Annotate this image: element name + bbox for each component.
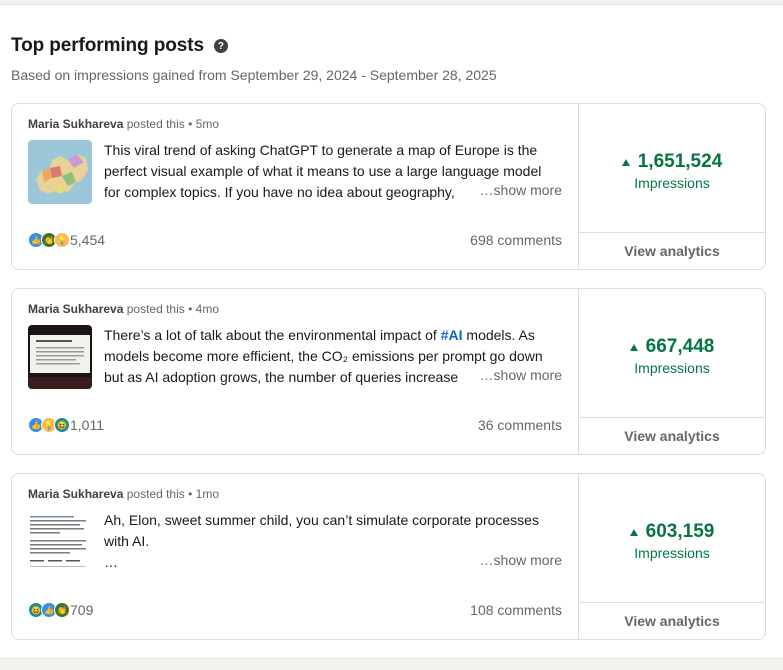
impressions-label: Impressions xyxy=(634,360,710,376)
section-header: Top performing posts ? Based on impressi… xyxy=(11,35,497,83)
reactions-summary[interactable]: 👍 💡 😆 1,011 xyxy=(28,417,104,433)
post-age: 4mo xyxy=(195,302,219,316)
post-meta: Maria Sukhareva posted this • 4mo xyxy=(28,302,219,316)
comments-count[interactable]: 698 comments xyxy=(470,232,562,248)
reaction-icons: 😆 👍 👏 xyxy=(28,602,70,618)
post-text-segment: There’s a lot of talk about the environm… xyxy=(104,327,441,343)
europe-map-icon[interactable] xyxy=(28,140,92,204)
post-content[interactable]: Maria Sukhareva posted this • 5mo This v… xyxy=(12,104,579,269)
trend-up-icon xyxy=(621,158,630,166)
reaction-count: 1,011 xyxy=(70,417,104,433)
impressions-panel: 603,159 Impressions View analytics xyxy=(578,474,765,639)
post-age: 5mo xyxy=(195,117,219,131)
reactions-summary[interactable]: 👍 👏 💡 5,454 xyxy=(28,232,105,248)
help-icon[interactable]: ? xyxy=(213,39,228,53)
post-text-segment: models. As xyxy=(462,327,535,343)
reaction-count: 709 xyxy=(70,602,94,618)
show-more-link[interactable]: …show more xyxy=(471,367,562,383)
impressions-label: Impressions xyxy=(634,175,710,191)
post-text-line: This viral trend of asking ChatGPT to ge… xyxy=(104,142,538,158)
post-card: Maria Sukhareva posted this • 1mo Ah, El… xyxy=(11,473,766,640)
post-text-line: models become more efficient, the CO₂ em… xyxy=(104,348,543,364)
impressions-block: 603,159 Impressions xyxy=(578,521,765,561)
impressions-value: 667,448 xyxy=(629,336,715,358)
comments-count[interactable]: 36 comments xyxy=(478,417,562,433)
posted-label: posted this xyxy=(126,487,185,501)
date-range-subtitle: Based on impressions gained from Septemb… xyxy=(11,67,497,83)
post-text-line: with AI. xyxy=(104,533,150,549)
post-content[interactable]: Maria Sukhareva posted this • 1mo Ah, El… xyxy=(12,474,579,639)
presentation-slide-icon[interactable] xyxy=(28,325,92,389)
impressions-block: 667,448 Impressions xyxy=(578,336,765,376)
view-analytics-button[interactable]: View analytics xyxy=(578,232,765,269)
comments-count[interactable]: 108 comments xyxy=(470,602,562,618)
impressions-value: 603,159 xyxy=(629,521,715,543)
post-age: 1mo xyxy=(195,487,219,501)
posted-label: posted this xyxy=(126,302,185,316)
funny-reaction-icon: 😆 xyxy=(54,417,70,433)
reactions-summary[interactable]: 😆 👍 👏 709 xyxy=(28,602,93,618)
post-text-line: perfect visual example of what it means … xyxy=(104,163,542,179)
reaction-icons: 👍 👏 💡 xyxy=(28,232,70,248)
show-more-link[interactable]: …show more xyxy=(471,552,562,568)
post-text-line: Ah, Elon, sweet summer child, you can’t … xyxy=(104,512,539,528)
show-more-link[interactable]: …show more xyxy=(471,182,562,198)
author-name[interactable]: Maria Sukhareva xyxy=(28,302,123,316)
impressions-number: 1,651,524 xyxy=(637,151,723,172)
impressions-number: 603,159 xyxy=(645,521,715,542)
text-post-icon[interactable] xyxy=(28,510,92,574)
post-meta: Maria Sukhareva posted this • 1mo xyxy=(28,487,219,501)
trend-up-icon xyxy=(629,343,638,351)
trend-up-icon xyxy=(629,528,638,536)
top-posts-panel: Top performing posts ? Based on impressi… xyxy=(0,4,783,659)
post-text-line: There’s a lot of talk about the environm… xyxy=(104,325,562,346)
impressions-panel: 667,448 Impressions View analytics xyxy=(578,289,765,454)
section-title: Top performing posts xyxy=(11,35,204,56)
reaction-icons: 👍 💡 😆 xyxy=(28,417,70,433)
impressions-number: 667,448 xyxy=(645,336,715,357)
hashtag-link[interactable]: #AI xyxy=(441,327,463,343)
author-name[interactable]: Maria Sukhareva xyxy=(28,117,123,131)
post-card: Maria Sukhareva posted this • 5mo This v… xyxy=(11,103,766,270)
author-name[interactable]: Maria Sukhareva xyxy=(28,487,123,501)
reaction-count: 5,454 xyxy=(70,232,106,248)
posted-label: posted this xyxy=(126,117,185,131)
post-content[interactable]: Maria Sukhareva posted this • 4mo There’… xyxy=(12,289,579,454)
title-row: Top performing posts ? xyxy=(11,35,497,57)
view-analytics-button[interactable]: View analytics xyxy=(578,602,765,639)
impressions-panel: 1,651,524 Impressions View analytics xyxy=(578,104,765,269)
insightful-reaction-icon: 💡 xyxy=(54,232,70,248)
view-analytics-button[interactable]: View analytics xyxy=(578,417,765,454)
impressions-label: Impressions xyxy=(634,545,710,561)
post-card: Maria Sukhareva posted this • 4mo There’… xyxy=(11,288,766,455)
impressions-value: 1,651,524 xyxy=(621,151,723,173)
celebrate-reaction-icon: 👏 xyxy=(54,602,70,618)
post-meta: Maria Sukhareva posted this • 5mo xyxy=(28,117,219,131)
impressions-block: 1,651,524 Impressions xyxy=(578,151,765,191)
